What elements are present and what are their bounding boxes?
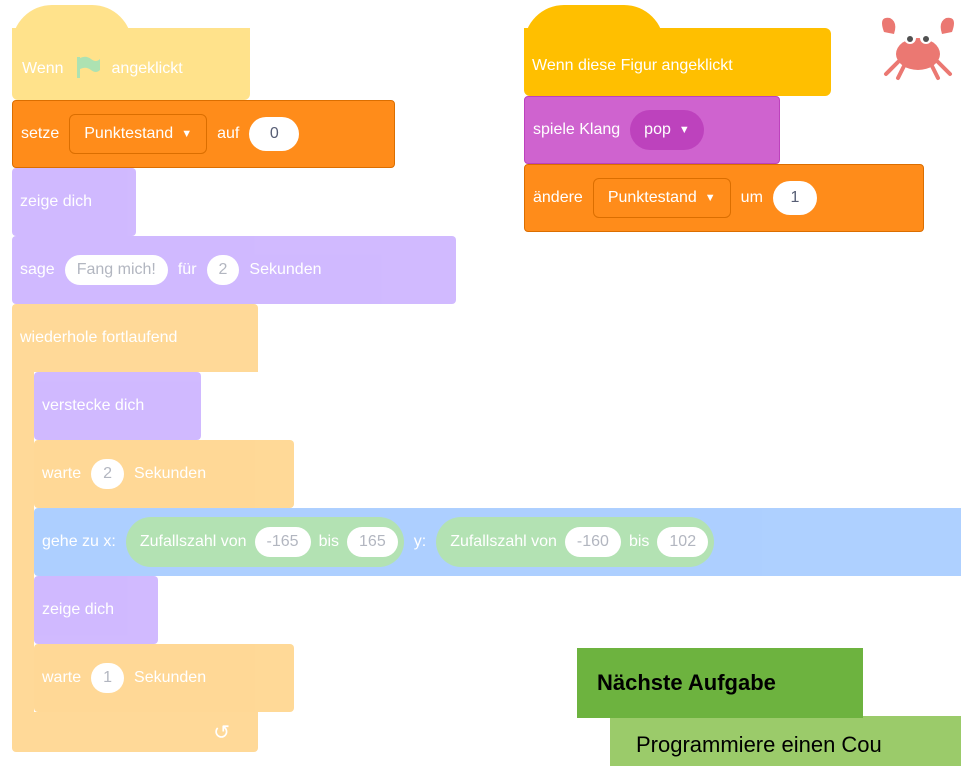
wait-block-2[interactable]: warte 1 Sekunden <box>34 644 294 712</box>
next-task-description: Programmiere einen Cou <box>636 732 882 757</box>
y-label: y: <box>413 533 427 550</box>
random-x-from-text: -165 <box>266 533 299 550</box>
wait-seconds-text: 2 <box>103 465 113 482</box>
wait-unit-label-2: Sekunden <box>134 669 207 686</box>
say-message-input[interactable]: Fang mich! <box>64 255 168 285</box>
change-value-input[interactable]: 1 <box>772 181 817 215</box>
change-variable-block[interactable]: ändere Punktestand ▼ um 1 <box>524 164 924 232</box>
crab-sprite-icon <box>876 12 961 82</box>
hat-text-when: Wenn <box>22 60 64 77</box>
random-y-from-input[interactable]: -160 <box>564 527 621 557</box>
random-y-to-label: bis <box>628 533 650 550</box>
random-x-label: Zufallszahl von <box>139 533 247 550</box>
set-variable-block[interactable]: setze Punktestand ▼ auf 0 <box>12 100 395 168</box>
say-message-text: Fang mich! <box>76 261 156 278</box>
chevron-down-icon: ▼ <box>704 192 716 204</box>
random-y-label: Zufallszahl von <box>450 533 557 550</box>
say-for-seconds-block[interactable]: sage Fang mich! für 2 Sekunden <box>12 236 456 304</box>
by-label: um <box>740 189 763 206</box>
show-block-1[interactable]: zeige dich <box>12 168 136 236</box>
change-value-text: 1 <box>790 189 800 206</box>
hide-block[interactable]: verstecke dich <box>34 372 201 440</box>
change-variable-dropdown[interactable]: Punktestand ▼ <box>592 178 731 218</box>
show-block-2[interactable]: zeige dich <box>34 576 158 644</box>
for-label: für <box>177 261 197 278</box>
random-x-to-input[interactable]: 165 <box>347 527 398 557</box>
to-label: auf <box>217 125 240 142</box>
wait-label-2: warte <box>42 669 82 686</box>
random-x-to-text: 165 <box>359 533 386 550</box>
next-task-title: Nächste Aufgabe <box>597 670 776 695</box>
wait-seconds-input-2[interactable]: 1 <box>91 663 125 693</box>
random-y-to-text: 102 <box>669 533 697 550</box>
wait-seconds-text-2: 1 <box>103 669 113 686</box>
play-sound-block[interactable]: spiele Klang pop ▼ <box>524 96 780 164</box>
set-value-input[interactable]: 0 <box>249 117 300 151</box>
wait-label: warte <box>42 465 82 482</box>
random-y-to-input[interactable]: 102 <box>657 527 709 557</box>
seconds-label: Sekunden <box>249 261 322 278</box>
sprite-clicked-label: Wenn diese Figur angeklickt <box>532 57 733 74</box>
show-label: zeige dich <box>20 193 93 210</box>
play-sound-label: spiele Klang <box>533 121 621 138</box>
wait-unit-label: Sekunden <box>134 465 207 482</box>
set-value-text: 0 <box>269 125 279 142</box>
loop-arrow-icon: ↺ <box>213 721 230 744</box>
forever-label: wiederhole fortlaufend <box>20 329 178 346</box>
hide-label: verstecke dich <box>42 397 145 414</box>
variable-name: Punktestand <box>84 125 174 142</box>
chevron-down-icon: ▼ <box>181 128 193 140</box>
set-label: setze <box>21 125 60 142</box>
chevron-down-icon: ▼ <box>678 124 690 136</box>
random-y-reporter[interactable]: Zufallszahl von -160 bis 102 <box>436 517 715 567</box>
change-variable-name: Punktestand <box>607 189 697 206</box>
random-x-to-label: bis <box>318 533 340 550</box>
next-task-header[interactable]: Nächste Aufgabe <box>577 648 863 718</box>
say-seconds-text: 2 <box>218 261 228 278</box>
wait-seconds-input[interactable]: 2 <box>91 459 125 489</box>
change-label: ändere <box>533 189 583 206</box>
hat-text-clicked: angeklickt <box>111 60 183 77</box>
random-y-from-text: -160 <box>576 533 609 550</box>
show-label-2: zeige dich <box>42 601 115 618</box>
say-label: sage <box>20 261 55 278</box>
random-x-from-input[interactable]: -165 <box>254 527 311 557</box>
go-to-xy-block[interactable]: gehe zu x: Zufallszahl von -165 bis 165 … <box>34 508 961 576</box>
random-x-reporter[interactable]: Zufallszahl von -165 bis 165 <box>125 517 404 567</box>
variable-dropdown[interactable]: Punktestand ▼ <box>69 114 208 154</box>
sound-name: pop <box>644 121 671 138</box>
wait-block-1[interactable]: warte 2 Sekunden <box>34 440 294 508</box>
goto-label: gehe zu x: <box>42 533 116 550</box>
say-seconds-input[interactable]: 2 <box>206 255 240 285</box>
sound-dropdown[interactable]: pop ▼ <box>630 110 704 150</box>
green-flag-icon <box>74 55 102 84</box>
